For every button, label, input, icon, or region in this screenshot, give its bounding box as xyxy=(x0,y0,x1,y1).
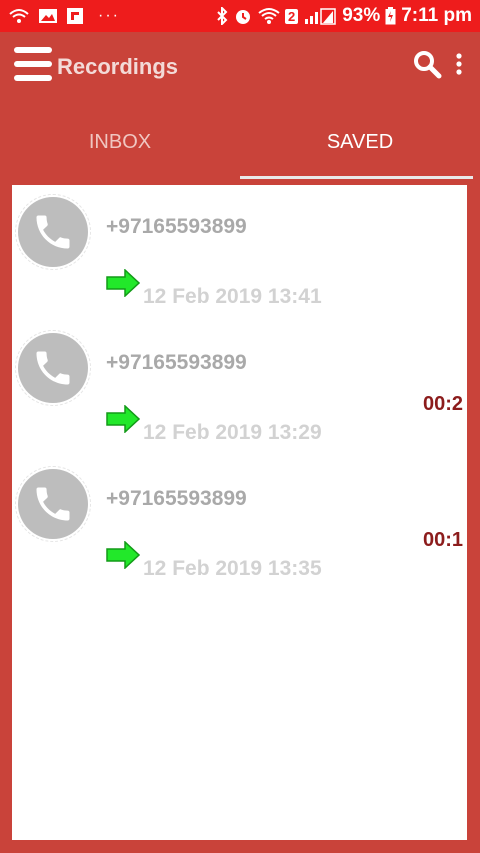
selected-tab-indicator xyxy=(240,176,473,179)
more-notifications-indicator: ··· xyxy=(98,7,120,24)
search-icon[interactable] xyxy=(412,49,442,79)
battery-charging-icon xyxy=(385,7,396,25)
hamburger-menu-icon[interactable] xyxy=(14,47,54,81)
tab-saved[interactable]: SAVED xyxy=(240,102,480,182)
phone-handset-icon xyxy=(36,215,70,249)
tab-inbox[interactable]: INBOX xyxy=(0,102,240,182)
clock-time: 7:11 pm xyxy=(401,5,472,26)
outgoing-arrow-icon xyxy=(106,540,141,570)
status-bar-right: 2 93% 7:11 pm xyxy=(216,5,472,27)
gallery-icon xyxy=(38,7,58,25)
recording-list-item[interactable]: +97165593899 12 Feb 2019 13:41 xyxy=(12,185,467,321)
battery-percentage: 93% xyxy=(342,5,381,26)
bluetooth-icon xyxy=(216,7,228,25)
recording-list-item[interactable]: +97165593899 12 Feb 2019 13:35 00:1 xyxy=(12,457,467,593)
contact-avatar xyxy=(18,469,88,539)
flipboard-icon xyxy=(66,7,84,25)
app-bar: Recordings xyxy=(0,32,480,102)
status-bar-left: ··· xyxy=(8,7,120,25)
sim-slot-badge: 2 xyxy=(284,8,299,24)
phone-handset-icon xyxy=(36,351,70,385)
recording-list-item[interactable]: +97165593899 12 Feb 2019 13:29 00:2 xyxy=(12,321,467,457)
signal-strength-icon xyxy=(303,7,337,25)
wifi-icon xyxy=(258,7,280,25)
call-date: 12 Feb 2019 13:35 xyxy=(143,557,322,580)
alarm-icon xyxy=(233,6,253,26)
call-duration: 00:2 xyxy=(423,393,464,415)
app-title: Recordings xyxy=(57,54,179,79)
call-date: 12 Feb 2019 13:29 xyxy=(143,421,322,444)
caller-number: +97165593899 xyxy=(106,351,247,374)
recordings-list[interactable]: +97165593899 12 Feb 2019 13:41 +97165593… xyxy=(12,185,467,840)
caller-number: +97165593899 xyxy=(106,487,247,510)
outgoing-arrow-icon xyxy=(106,404,141,434)
status-bar: ··· 2 93% 7:11 pm xyxy=(0,0,480,32)
contact-avatar xyxy=(18,333,88,403)
outgoing-arrow-icon xyxy=(106,268,141,298)
tab-bar: INBOX SAVED xyxy=(0,102,480,182)
phone-handset-icon xyxy=(36,487,70,521)
wifi-calling-icon xyxy=(8,7,30,25)
contact-avatar xyxy=(18,197,88,267)
call-duration: 00:1 xyxy=(423,529,464,551)
caller-number: +97165593899 xyxy=(106,215,247,238)
overflow-menu-icon[interactable] xyxy=(452,52,466,78)
call-date: 12 Feb 2019 13:41 xyxy=(143,285,322,308)
